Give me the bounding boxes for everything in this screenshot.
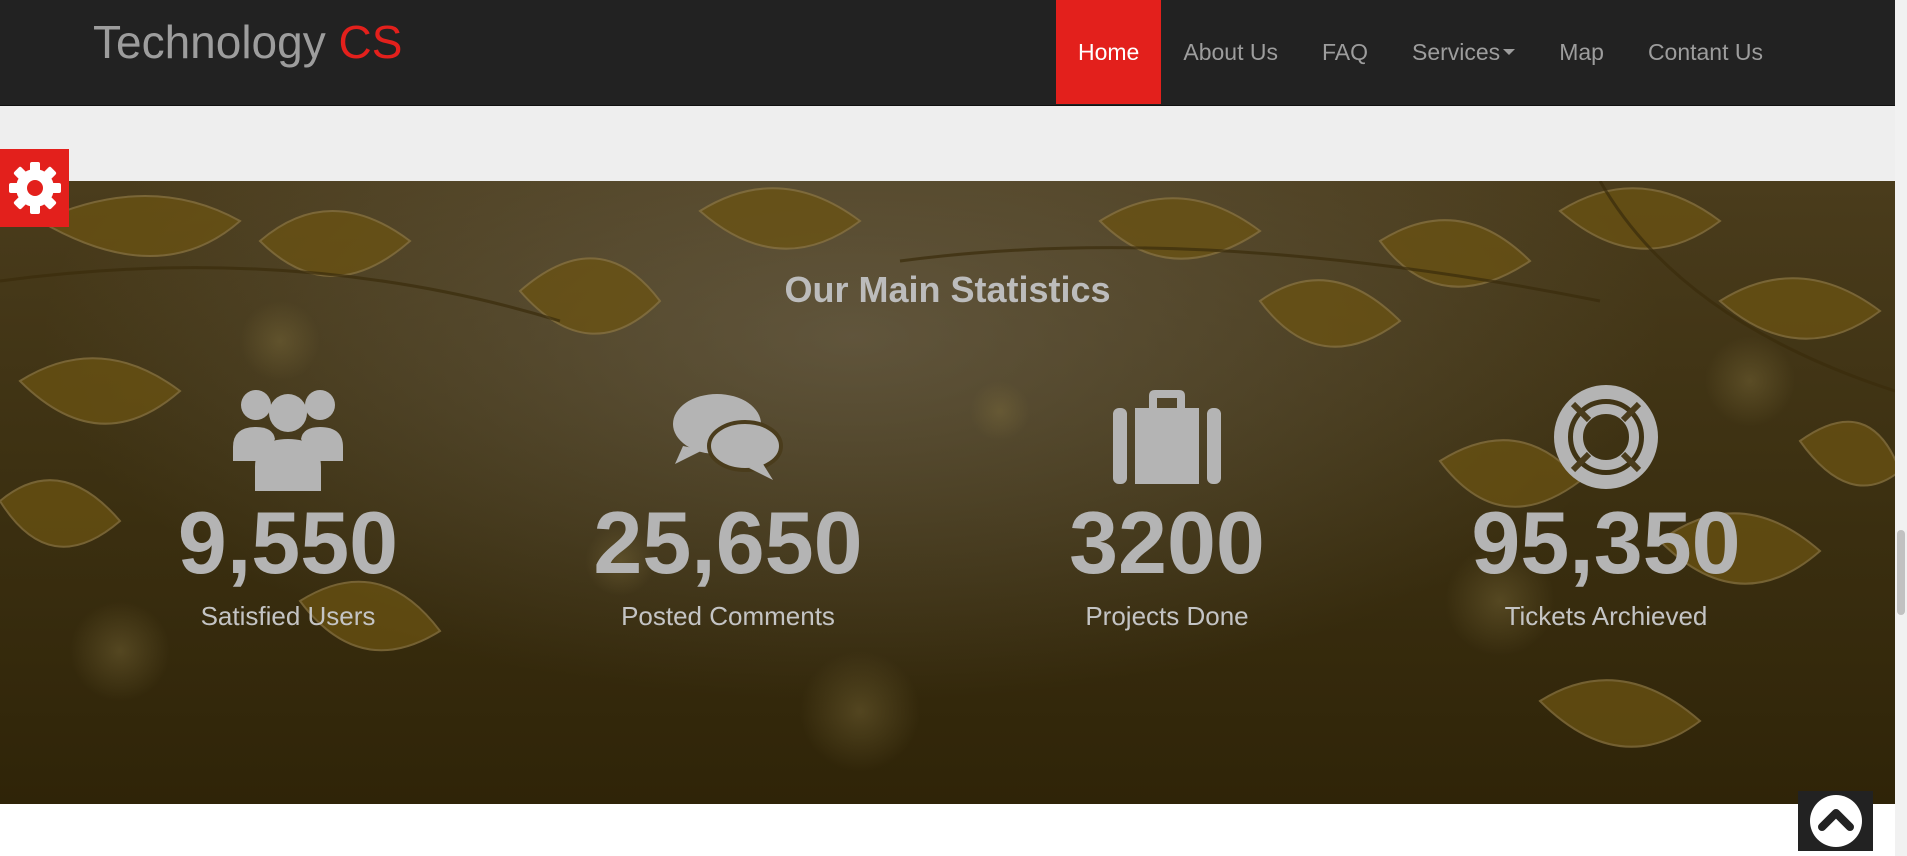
nav-item-label: Services (1411, 38, 1501, 65)
stat-tickets-archieved: 95,350 Tickets Archieved (1386, 381, 1826, 632)
stat-label: Posted Comments (621, 601, 835, 631)
stat-value: 9,550 (177, 493, 399, 592)
back-to-top-button[interactable] (1798, 791, 1873, 851)
brand-accent: CS (338, 16, 403, 68)
stat-value: 95,350 (1471, 493, 1741, 592)
statistics-section: Our Main Statistics 9,550 Satisfied User… (0, 181, 1895, 804)
gear-icon (8, 162, 61, 214)
stat-value: 25,650 (593, 493, 863, 592)
nav-item-faq[interactable]: FAQ (1300, 0, 1390, 104)
briefcase-icon (947, 381, 1387, 493)
stat-label: Satisfied Users (200, 601, 376, 631)
nav-item-home[interactable]: Home (1056, 0, 1162, 104)
users-icon (68, 381, 508, 493)
nav-item-label: Home (1078, 38, 1140, 65)
nav-item-label: Map (1559, 38, 1604, 65)
stat-value: 3200 (1069, 493, 1265, 592)
nav-item-label: About Us (1183, 38, 1278, 65)
stat-satisfied-users: 9,550 Satisfied Users (68, 381, 508, 632)
stat-projects-done: 3200 Projects Done (947, 381, 1387, 632)
nav-item-services[interactable]: Services (1390, 0, 1537, 104)
stat-posted-comments: 25,650 Posted Comments (508, 381, 948, 632)
section-spacer (0, 106, 1895, 181)
scrollbar-thumb[interactable] (1897, 530, 1905, 615)
stat-label: Projects Done (1085, 601, 1249, 631)
comments-icon (508, 381, 948, 493)
stats-title: Our Main Statistics (784, 269, 1111, 310)
chevron-up-icon (1809, 795, 1862, 847)
life-ring-icon (1386, 381, 1826, 493)
brand-logo[interactable]: Technology CS (93, 16, 402, 68)
nav-item-map[interactable]: Map (1537, 0, 1626, 104)
stat-label: Tickets Archieved (1504, 601, 1708, 631)
main-nav: Home About Us FAQ Services Map Contant U… (1056, 0, 1785, 104)
navbar: Technology CS Home About Us FAQ Services… (0, 0, 1895, 106)
nav-item-label: Contant Us (1647, 38, 1763, 65)
caret-down-icon (1503, 49, 1516, 55)
nav-item-contact-us[interactable]: Contant Us (1626, 0, 1785, 104)
settings-toggle-button[interactable] (0, 149, 69, 227)
brand-name: Technology (93, 16, 326, 68)
nav-item-label: FAQ (1321, 38, 1368, 65)
page-scrollbar[interactable] (1895, 0, 1907, 856)
nav-item-about-us[interactable]: About Us (1161, 0, 1300, 104)
